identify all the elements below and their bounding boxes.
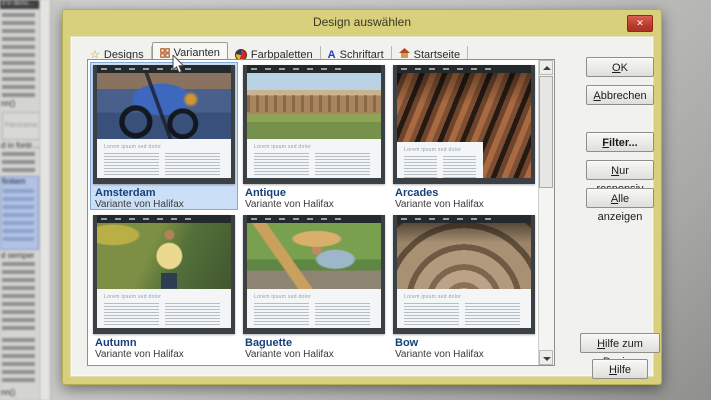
design-caption: Amsterdam Variante von Halifax	[93, 184, 235, 211]
design-item-bow[interactable]: Lorem ipsum sed dolor Bow Variante von H…	[390, 212, 538, 360]
tab-label: Varianten	[174, 47, 220, 59]
design-name: Bow	[395, 337, 533, 349]
thumb-heading: Lorem ipsum sed dolor	[104, 294, 224, 300]
background-text-lines	[3, 189, 34, 245]
design-subtitle: Variante von Halifax	[95, 199, 233, 211]
design-item-autumn[interactable]: Lorem ipsum sed dolor Autumn Variante vo…	[90, 212, 238, 360]
design-item-antique[interactable]: Lorem ipsum sed dolor Antique Variante v…	[240, 62, 388, 210]
dialog-client-area: ☆ Designs Varianten Farbpaletten	[70, 36, 654, 377]
cancel-button[interactable]: Abbrechen	[586, 85, 654, 105]
thumb-text-columns	[254, 303, 374, 325]
thumb-content: Lorem ipsum sed dolor	[247, 139, 381, 178]
design-caption: Baguette Variante von Halifax	[243, 334, 385, 361]
background-tab: d in demo…	[0, 0, 40, 9]
thumb-navbar	[397, 65, 531, 73]
design-subtitle: Variante von Halifax	[395, 349, 533, 361]
background-app-panel: d in demo… nn() Panorama d in fontr… fin…	[0, 0, 70, 400]
background-label: finitem	[1, 177, 38, 186]
thumb-photo-autumn	[97, 223, 231, 289]
design-name: Antique	[245, 187, 383, 199]
background-scrollbar[interactable]	[39, 0, 51, 400]
only-responsive-button[interactable]: Nur responsiv	[586, 160, 654, 180]
thumb-content: Lorem ipsum sed dolor	[97, 289, 231, 328]
thumb-navbar	[97, 65, 231, 73]
ok-button[interactable]: OK	[586, 57, 654, 77]
help-design-button[interactable]: Hilfe zum Design	[580, 333, 660, 353]
design-thumbnail: Lorem ipsum sed dolor	[393, 65, 535, 184]
scroll-down-arrow-icon[interactable]	[539, 350, 553, 365]
design-caption: Autumn Variante von Halifax	[93, 334, 235, 361]
background-panorama-box: Panorama	[2, 112, 40, 140]
thumb-content: Lorem ipsum sed dolor	[397, 289, 531, 328]
close-button[interactable]: ✕	[627, 15, 653, 32]
design-thumbnail: Lorem ipsum sed dolor	[93, 215, 235, 334]
thumb-text-columns	[104, 153, 224, 175]
design-item-baguette[interactable]: Lorem ipsum sed dolor Baguette Variante …	[240, 212, 388, 360]
scroll-up-arrow-icon[interactable]	[539, 60, 553, 75]
design-name: Arcades	[395, 187, 533, 199]
background-label: nn()	[1, 99, 15, 108]
close-icon: ✕	[636, 18, 644, 28]
background-text-lines	[2, 13, 35, 97]
font-icon: A	[328, 50, 336, 60]
design-item-amsterdam[interactable]: Lorem ipsum sed dolor Amsterdam Variante…	[90, 62, 238, 210]
design-thumbnail: Lorem ipsum sed dolor	[243, 65, 385, 184]
filter-button[interactable]: Filter...	[586, 132, 654, 152]
design-subtitle: Variante von Halifax	[395, 199, 533, 211]
thumb-photo-amsterdam	[97, 73, 231, 139]
thumb-photo-bow	[397, 223, 531, 289]
design-name: Autumn	[95, 337, 233, 349]
design-item-arcades[interactable]: Lorem ipsum sed dolor Arcades Variante v…	[390, 62, 538, 210]
grid-icon	[160, 48, 170, 58]
thumb-text-columns	[254, 153, 374, 175]
design-thumbnail: Lorem ipsum sed dolor	[243, 215, 385, 334]
design-name: Baguette	[245, 337, 383, 349]
design-grid: Lorem ipsum sed dolor Amsterdam Variante…	[89, 61, 538, 364]
thumb-heading: Lorem ipsum sed dolor	[404, 294, 524, 300]
background-text-lines	[2, 152, 35, 172]
thumb-navbar	[247, 65, 381, 73]
thumb-navbar	[97, 215, 231, 223]
design-dialog: Design auswählen ✕ ☆ Designs	[62, 9, 662, 385]
thumb-heading: Lorem ipsum sed dolor	[254, 144, 374, 150]
star-icon: ☆	[90, 50, 100, 60]
thumb-content: Lorem ipsum sed dolor	[247, 289, 381, 328]
thumb-text-columns	[404, 156, 476, 178]
dialog-titlebar[interactable]: Design auswählen ✕	[63, 10, 661, 36]
scrollbar-thumb[interactable]	[539, 76, 553, 188]
design-name: Amsterdam	[95, 187, 233, 199]
thumb-content: Lorem ipsum sed dolor	[97, 139, 231, 178]
thumb-photo-baguette	[247, 223, 381, 289]
background-label: d semper	[1, 251, 34, 260]
thumb-heading: Lorem ipsum sed dolor	[254, 294, 374, 300]
thumb-navbar	[397, 215, 531, 223]
thumb-photo-antique	[247, 73, 381, 139]
thumb-text-columns	[104, 303, 224, 325]
background-text-lines	[2, 338, 35, 384]
show-all-button[interactable]: Alle anzeigen	[586, 188, 654, 208]
design-list-panel: Lorem ipsum sed dolor Amsterdam Variante…	[87, 59, 555, 366]
thumb-navbar	[247, 215, 381, 223]
design-subtitle: Variante von Halifax	[245, 199, 383, 211]
design-caption: Arcades Variante von Halifax	[393, 184, 535, 211]
thumb-content: Lorem ipsum sed dolor	[397, 142, 483, 178]
screenshot-stage: d in demo… nn() Panorama d in fontr… fin…	[0, 0, 711, 400]
design-caption: Bow Variante von Halifax	[393, 334, 535, 361]
background-text-lines	[2, 262, 35, 330]
background-label: nn()	[1, 388, 15, 397]
dialog-title: Design auswählen	[63, 15, 661, 29]
list-scrollbar[interactable]	[538, 60, 554, 365]
design-caption: Antique Variante von Halifax	[243, 184, 385, 211]
background-label: d in fontr…	[1, 141, 40, 150]
design-thumbnail: Lorem ipsum sed dolor	[93, 65, 235, 184]
thumb-text-columns	[404, 303, 524, 325]
thumb-heading: Lorem ipsum sed dolor	[104, 144, 224, 150]
help-button[interactable]: Hilfe	[592, 359, 648, 379]
design-subtitle: Variante von Halifax	[245, 349, 383, 361]
design-subtitle: Variante von Halifax	[95, 349, 233, 361]
thumb-heading: Lorem ipsum sed dolor	[404, 147, 476, 153]
design-thumbnail: Lorem ipsum sed dolor	[393, 215, 535, 334]
background-selected-block: finitem	[0, 176, 39, 250]
